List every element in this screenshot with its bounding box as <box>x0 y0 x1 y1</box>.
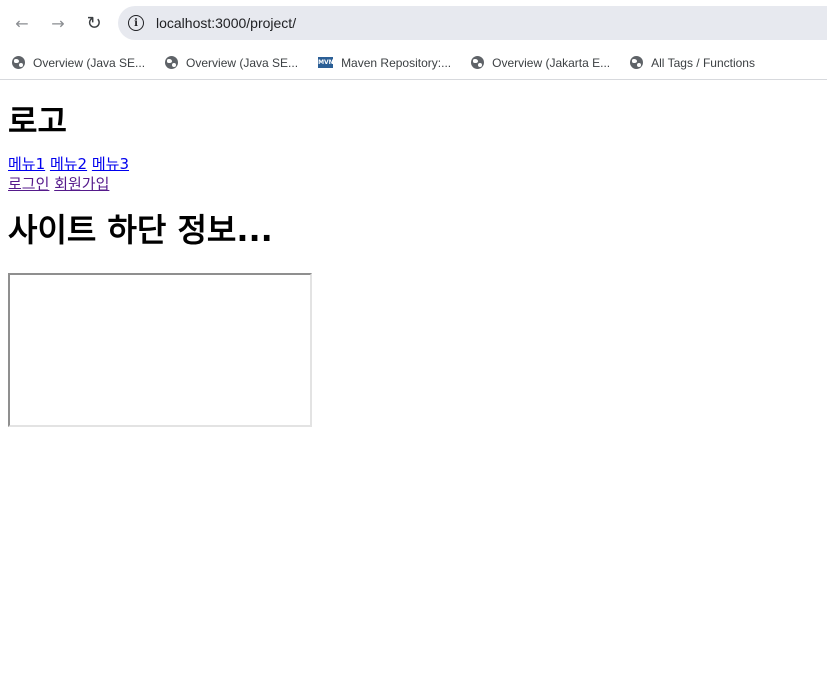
arrow-left-icon: ← <box>15 13 29 33</box>
arrow-right-icon: → <box>51 13 65 33</box>
menu-link-3[interactable]: 메뉴3 <box>92 155 129 173</box>
bookmark-item[interactable]: All Tags / Functions <box>630 56 755 70</box>
bookmark-item[interactable]: Overview (Jakarta E... <box>471 56 610 70</box>
globe-icon <box>471 56 485 69</box>
forward-button[interactable]: → <box>44 9 72 37</box>
footer-heading: 사이트 하단 정보... <box>8 211 273 249</box>
bookmark-item[interactable]: Overview (Java SE... <box>165 56 298 70</box>
embedded-frame[interactable] <box>8 273 312 427</box>
login-link[interactable]: 로그인 <box>8 175 49 193</box>
globe-icon <box>630 56 644 69</box>
menu-link-2[interactable]: 메뉴2 <box>50 155 87 173</box>
page-content: 로고 메뉴1 메뉴2 메뉴3 로그인 회원가입 사이트 하단 정보... <box>0 101 827 427</box>
globe-icon <box>165 56 179 69</box>
back-button[interactable]: ← <box>8 9 36 37</box>
maven-icon: MVN <box>318 57 334 68</box>
menu-link-1[interactable]: 메뉴1 <box>8 155 45 173</box>
url-text[interactable]: localhost:3000/project/ <box>156 15 296 31</box>
bookmarks-bar: Overview (Java SE... Overview (Java SE..… <box>0 46 827 80</box>
reload-button[interactable]: ↻ <box>80 9 108 37</box>
site-info-icon[interactable]: i <box>128 15 144 31</box>
logo-heading: 로고 <box>8 102 67 140</box>
globe-icon <box>12 56 25 69</box>
bookmark-item[interactable]: Overview (Java SE... <box>12 56 145 70</box>
bookmark-label: Overview (Java SE... <box>33 55 146 70</box>
bookmark-label: All Tags / Functions <box>651 55 755 70</box>
signup-link[interactable]: 회원가입 <box>54 175 109 193</box>
reload-icon: ↻ <box>86 12 102 34</box>
nav-links: 메뉴1 메뉴2 메뉴3 로그인 회원가입 <box>8 154 819 194</box>
bookmark-item[interactable]: MVN Maven Repository:... <box>318 56 451 70</box>
menu-row: 메뉴1 메뉴2 메뉴3 <box>8 154 819 174</box>
auth-row: 로그인 회원가입 <box>8 174 819 194</box>
browser-toolbar: ← → ↻ i localhost:3000/project/ <box>0 0 827 46</box>
bookmark-label: Overview (Java SE... <box>186 55 299 70</box>
bookmark-label: Maven Repository:... <box>341 55 452 70</box>
address-bar[interactable]: i localhost:3000/project/ <box>118 6 827 40</box>
bookmark-label: Overview (Jakarta E... <box>492 55 611 70</box>
